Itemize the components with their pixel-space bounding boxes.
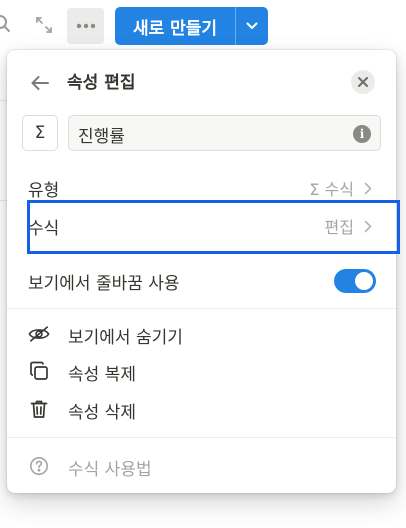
eye-off-icon xyxy=(28,323,50,345)
chevron-right-icon xyxy=(362,181,374,195)
toggle-knob xyxy=(355,272,373,290)
formula-edit-label: 편집 xyxy=(324,218,354,237)
duplicate-icon xyxy=(28,360,50,382)
hide-in-view-item[interactable]: 보기에서 숨기기 xyxy=(7,316,396,352)
formula-row-label: 수식 xyxy=(28,219,60,239)
wrap-in-view-label: 보기에서 줄바꿈 사용 xyxy=(28,274,180,294)
property-name-input[interactable]: 진행률 i xyxy=(68,115,381,151)
new-button-label: 새로 만들기 xyxy=(132,18,218,39)
trash-icon xyxy=(28,398,50,420)
delete-property-item[interactable]: 속성 삭제 xyxy=(7,391,396,427)
divider xyxy=(7,437,396,438)
top-toolbar: 새로 만들기 xyxy=(0,0,406,48)
panel-header: 속성 편집 xyxy=(7,50,396,110)
type-row-value: Σ 수식 xyxy=(309,180,354,199)
property-type-button[interactable]: Σ xyxy=(22,115,58,151)
search-icon[interactable] xyxy=(0,12,14,36)
wrap-in-view-toggle[interactable] xyxy=(334,269,376,293)
info-icon[interactable]: i xyxy=(353,125,371,143)
more-horizontal-icon[interactable] xyxy=(67,8,104,44)
property-name-value: 진행률 xyxy=(78,127,125,147)
expand-icon[interactable] xyxy=(33,14,55,36)
chevron-right-icon xyxy=(362,219,374,233)
duplicate-property-item[interactable]: 속성 복제 xyxy=(7,353,396,389)
type-row-label: 유형 xyxy=(28,181,60,201)
formula-help-item[interactable]: 수식 사용법 xyxy=(7,448,396,484)
close-icon[interactable] xyxy=(351,70,375,94)
sigma-icon: Σ xyxy=(34,123,46,143)
panel-title: 속성 편집 xyxy=(67,73,136,93)
back-arrow-icon[interactable] xyxy=(27,70,53,96)
hide-in-view-label: 보기에서 숨기기 xyxy=(68,328,183,348)
delete-property-label: 속성 삭제 xyxy=(68,403,136,423)
new-button[interactable]: 새로 만들기 xyxy=(115,7,268,45)
duplicate-property-label: 속성 복제 xyxy=(68,365,136,385)
edit-property-panel: 속성 편집 Σ 진행률 i 유형 Σ 수식 수식 편집 보기에서 줄바꿈 사용 xyxy=(7,50,396,493)
chevron-down-icon[interactable] xyxy=(236,7,268,45)
formula-help-label: 수식 사용법 xyxy=(68,460,152,480)
type-row[interactable]: 유형 Σ 수식 xyxy=(7,167,396,205)
divider xyxy=(7,308,396,309)
help-circle-icon xyxy=(28,455,50,477)
formula-row[interactable]: 수식 편집 xyxy=(7,205,396,243)
